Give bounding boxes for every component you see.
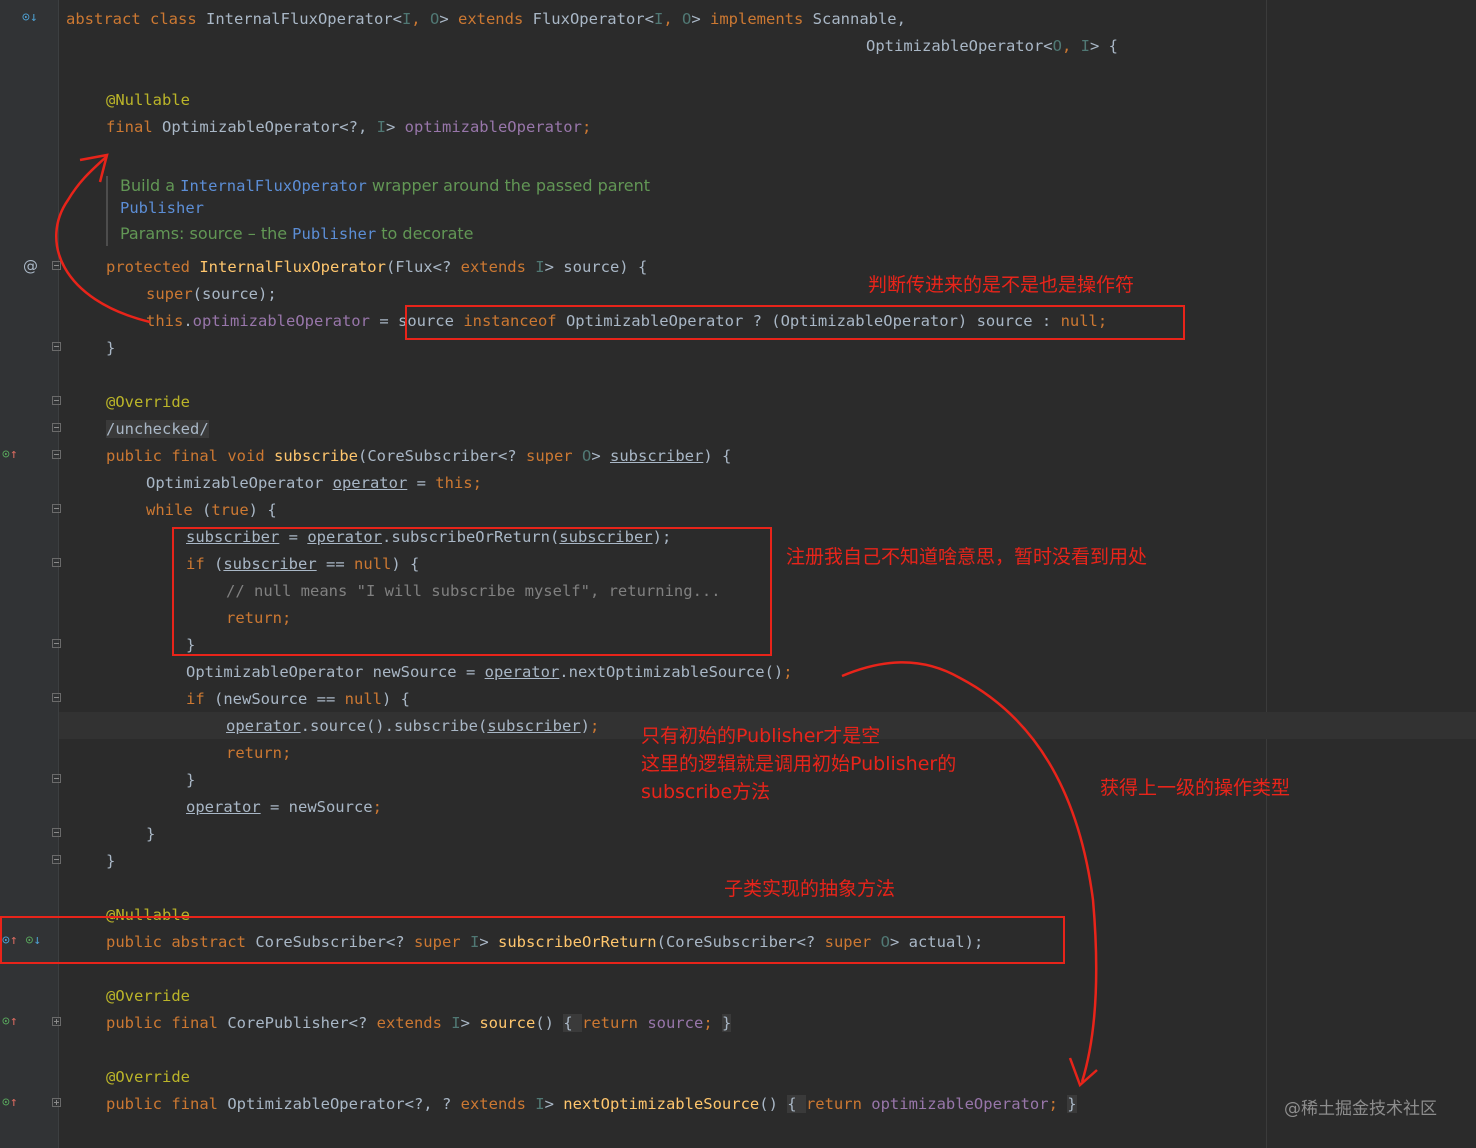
arrow-to-field bbox=[55, 156, 151, 324]
watermark: @稀土掘金技术社区 bbox=[1284, 1099, 1437, 1119]
arrow-to-next-source bbox=[841, 661, 1098, 1083]
annotation-arrows bbox=[55, 153, 1098, 1088]
arrow-to-next-source-head bbox=[1068, 1057, 1098, 1088]
